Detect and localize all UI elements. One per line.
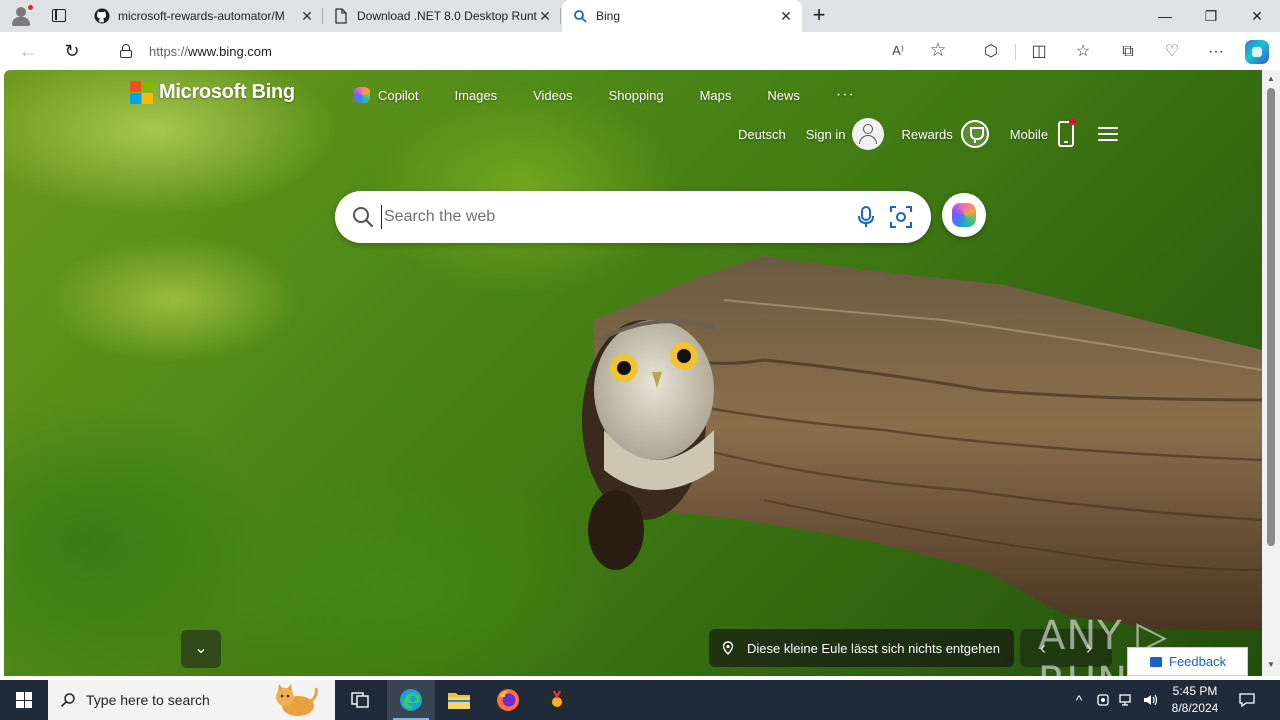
scroll-up-arrow-icon[interactable]: ▲ — [1262, 72, 1280, 86]
nav-news[interactable]: News — [767, 88, 800, 103]
mobile-phone-icon[interactable] — [1058, 118, 1077, 147]
tab-actions-icon[interactable] — [50, 7, 68, 25]
taskbar-clock[interactable]: 5:45 PM 8/8/2024 — [1160, 683, 1230, 717]
security-tray-icon[interactable] — [1092, 680, 1114, 720]
language-link[interactable]: Deutsch — [738, 127, 786, 142]
tab-strip: microsoft-rewards-automator/M ✕ Download… — [0, 0, 1280, 32]
start-button[interactable] — [0, 680, 48, 720]
search-box[interactable] — [335, 191, 931, 243]
windows-logo-icon — [16, 692, 32, 708]
feedback-label: Feedback — [1169, 654, 1227, 669]
back-button[interactable]: ← — [17, 40, 39, 62]
tab-close-icon[interactable]: ✕ — [537, 8, 553, 24]
edge-taskbar-icon[interactable] — [387, 680, 435, 720]
file-explorer-icon[interactable] — [435, 680, 483, 720]
nav-images[interactable]: Images — [454, 88, 497, 103]
tab-close-icon[interactable]: ✕ — [299, 8, 315, 24]
copilot-icon — [354, 87, 370, 103]
network-icon[interactable] — [1116, 680, 1138, 720]
search-icon — [353, 207, 374, 228]
restore-button[interactable]: ❐ — [1188, 0, 1234, 32]
nav-copilot[interactable]: Copilot — [354, 87, 418, 103]
copilot-icon — [952, 203, 976, 227]
notification-dot — [1069, 118, 1077, 125]
tab-title: Bing — [596, 9, 621, 23]
scrollbar-thumb[interactable] — [1267, 88, 1275, 546]
tab-github[interactable]: microsoft-rewards-automator/M ✕ — [84, 0, 323, 32]
browser-essentials-icon[interactable]: ♡ — [1161, 41, 1183, 63]
task-view-icon[interactable] — [336, 680, 384, 720]
feedback-button[interactable]: Feedback — [1127, 647, 1248, 676]
search-icon — [572, 8, 588, 24]
favorite-star-icon[interactable]: ☆ — [928, 41, 948, 61]
scroll-down-arrow-icon[interactable]: ▼ — [1262, 658, 1280, 672]
caption-text: Diese kleine Eule lässt sich nichts entg… — [747, 640, 1000, 656]
more-menu-icon[interactable]: ··· — [1205, 41, 1227, 63]
toolbar-divider — [1015, 44, 1016, 60]
minimize-button[interactable]: — — [1142, 0, 1188, 32]
background-owl-image — [582, 256, 1262, 630]
clock-time: 5:45 PM — [1172, 684, 1218, 698]
volume-icon[interactable] — [1140, 680, 1162, 720]
read-aloud-icon[interactable]: A⁾ — [888, 41, 908, 61]
mobile-link[interactable]: Mobile — [1010, 127, 1048, 142]
bing-homepage: Microsoft Bing Copilot Images Videos Sho… — [4, 70, 1262, 676]
nav-maps[interactable]: Maps — [700, 88, 732, 103]
hamburger-menu-icon[interactable] — [1098, 126, 1119, 142]
microphone-icon[interactable] — [853, 204, 879, 230]
profile-avatar-icon[interactable] — [8, 4, 34, 28]
bing-logo[interactable]: Microsoft Bing — [130, 81, 295, 104]
medal-app-icon[interactable] — [533, 680, 581, 720]
location-pin-icon — [722, 641, 734, 655]
bing-top-nav: Copilot Images Videos Shopping Maps News… — [354, 86, 855, 104]
new-tab-button[interactable]: + — [808, 4, 830, 27]
copilot-button[interactable] — [942, 193, 986, 237]
collections-icon[interactable]: ⧉ — [1117, 41, 1139, 63]
tab-title: microsoft-rewards-automator/M — [118, 9, 285, 23]
tab-dotnet[interactable]: Download .NET 8.0 Desktop Runt ✕ — [323, 0, 561, 32]
nav-videos[interactable]: Videos — [533, 88, 573, 103]
taskbar-search-placeholder: Type here to search — [86, 692, 210, 708]
bing-account-bar: Deutsch Sign in Rewards Mobile — [738, 118, 1119, 150]
notification-dot — [27, 4, 34, 11]
url-text[interactable]: https://www.bing.com — [149, 44, 272, 59]
copilot-sidebar-icon[interactable] — [1245, 40, 1269, 64]
user-avatar-icon[interactable] — [852, 118, 885, 150]
image-caption[interactable]: Diese kleine Eule lässt sich nichts entg… — [709, 629, 1014, 667]
close-window-button[interactable]: ✕ — [1234, 0, 1280, 32]
scroll-down-button[interactable]: ⌄ — [181, 630, 221, 668]
browser-toolbar: ← ↻ https://www.bing.com A⁾ ☆ ⬡ ◫ ☆ ⧉ ♡ … — [0, 32, 1280, 70]
clock-date: 8/8/2024 — [1171, 701, 1219, 715]
search-input[interactable] — [381, 205, 841, 229]
windows-taskbar: Type here to search ^ 5:45 PM 8/8/2024 — [0, 680, 1280, 720]
tab-close-icon[interactable]: ✕ — [778, 8, 794, 24]
page-icon — [333, 8, 349, 24]
feedback-icon — [1150, 656, 1162, 667]
rewards-trophy-icon[interactable] — [960, 120, 989, 148]
search-highlight-cat-icon — [276, 684, 318, 716]
microsoft-logo-icon — [130, 81, 153, 104]
nav-label: Copilot — [378, 87, 419, 103]
extensions-icon[interactable]: ⬡ — [980, 41, 1002, 63]
notifications-icon[interactable] — [1236, 680, 1258, 720]
lock-icon[interactable] — [120, 44, 132, 58]
sign-in-link[interactable]: Sign in — [806, 127, 846, 142]
logo-text: Microsoft Bing — [159, 81, 295, 103]
address-bar[interactable]: https://www.bing.com A⁾ ☆ — [102, 35, 962, 67]
nav-more[interactable]: ··· — [836, 86, 855, 104]
rewards-link[interactable]: Rewards — [901, 127, 952, 142]
github-icon — [94, 8, 110, 24]
firefox-icon[interactable] — [484, 680, 532, 720]
nav-shopping[interactable]: Shopping — [609, 88, 664, 103]
tray-chevron-icon[interactable]: ^ — [1068, 680, 1090, 720]
search-icon — [60, 693, 75, 708]
tab-bing[interactable]: Bing ✕ — [562, 0, 802, 32]
tab-title: Download .NET 8.0 Desktop Runt — [357, 9, 537, 23]
page-scrollbar[interactable]: ▲ ▼ — [1262, 70, 1280, 676]
visual-search-icon[interactable] — [888, 204, 914, 230]
favorites-icon[interactable]: ☆ — [1072, 41, 1094, 63]
refresh-button[interactable]: ↻ — [61, 40, 83, 62]
taskbar-search[interactable]: Type here to search — [48, 680, 335, 720]
split-screen-icon[interactable]: ◫ — [1028, 41, 1050, 63]
